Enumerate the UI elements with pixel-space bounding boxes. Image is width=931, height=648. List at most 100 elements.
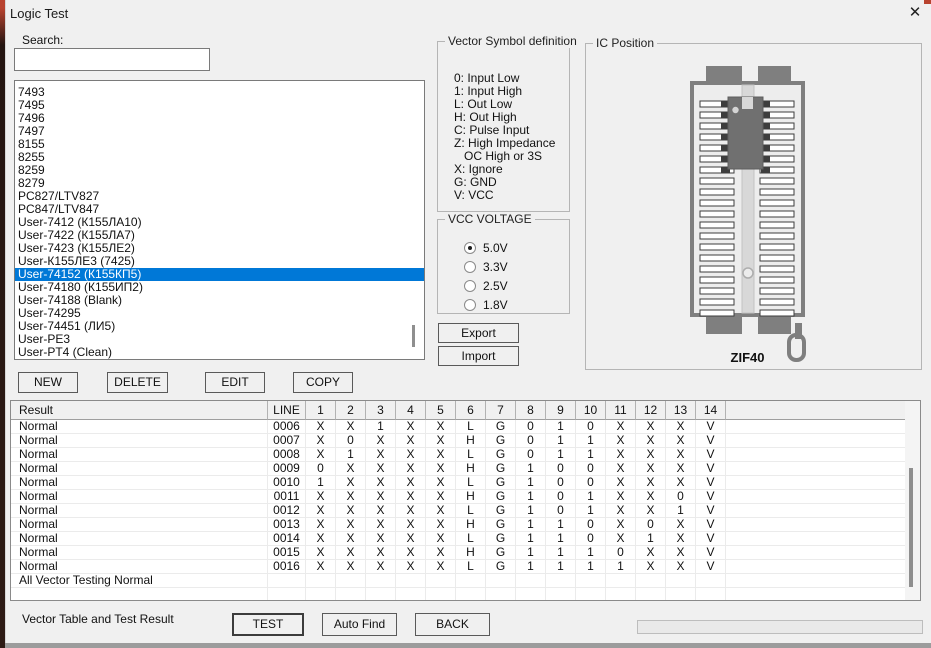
pin-cell: X — [636, 420, 666, 434]
pin-cell: V — [696, 448, 726, 462]
list-item[interactable]: 7493 — [15, 86, 424, 99]
pin-cell: G — [486, 476, 516, 490]
pin-cell: X — [366, 504, 396, 518]
pin-cell: 1 — [516, 518, 546, 532]
vcc-option-3.3v[interactable]: 3.3V — [464, 260, 508, 274]
radio-icon[interactable] — [464, 261, 476, 273]
chip-list[interactable]: 7493 7495 7496 7497 8155 8255 8259 8279 PC827/LT… — [14, 80, 425, 360]
pin-cell: 1 — [516, 504, 546, 518]
pin-cell: 1 — [546, 434, 576, 448]
edit-button[interactable]: EDIT — [205, 372, 265, 393]
column-header-pin[interactable]: 6 — [456, 401, 486, 420]
back-button[interactable]: BACK — [415, 613, 490, 636]
list-item[interactable]: 7497 — [15, 125, 424, 138]
table-row[interactable]: Normal 0014 X X X X X L G 1 1 0 X 1 X V — [11, 532, 920, 546]
pin-cell: X — [306, 434, 336, 448]
line-cell: 0010 — [268, 476, 306, 490]
column-header-pin[interactable]: 7 — [486, 401, 516, 420]
pin-cell: X — [366, 448, 396, 462]
pin-cell: 1 — [606, 560, 636, 574]
column-header-pin[interactable]: 1 — [306, 401, 336, 420]
pin-cell: G — [486, 448, 516, 462]
table-row[interactable]: Normal 0011 X X X X X H G 1 0 1 X X 0 V — [11, 490, 920, 504]
table-row[interactable]: Normal 0012 X X X X X L G 1 0 1 X X 1 V — [11, 504, 920, 518]
vcc-option-2.5v[interactable]: 2.5V — [464, 279, 508, 293]
column-header-pin[interactable]: 4 — [396, 401, 426, 420]
column-header-pin[interactable]: 8 — [516, 401, 546, 420]
list-item[interactable]: 8259 — [15, 164, 424, 177]
empty-cell — [726, 588, 920, 600]
pin-cell: X — [336, 560, 366, 574]
radio-icon[interactable] — [464, 280, 476, 292]
pin-cell: X — [396, 518, 426, 532]
pin-cell: X — [396, 532, 426, 546]
pin-cell: V — [696, 476, 726, 490]
list-item[interactable]: 8155 — [15, 138, 424, 151]
column-header-pin[interactable]: 10 — [576, 401, 606, 420]
vector-symbol-legend: 0: Input Low 1: Input High L: Out Low H: Ou… — [454, 72, 555, 202]
new-button[interactable]: NEW — [18, 372, 78, 393]
pin-cell: 0 — [576, 462, 606, 476]
pin-cell: 0 — [516, 420, 546, 434]
import-button[interactable]: Import — [438, 346, 519, 366]
list-item[interactable]: 8255 — [15, 151, 424, 164]
table-row[interactable]: Normal 0006 X X 1 X X L G 0 1 0 X X X V — [11, 420, 920, 434]
copy-button[interactable]: COPY — [293, 372, 353, 393]
pin-cell — [576, 574, 606, 588]
pin-cell: X — [336, 546, 366, 560]
pin-cell: L — [456, 448, 486, 462]
column-header-pin[interactable]: 13 — [666, 401, 696, 420]
pin-cell: 1 — [546, 532, 576, 546]
vector-table[interactable]: Result LINE 1 2 3 4 5 6 7 8 9 10 11 12 13 14 Normal 0006 X… — [10, 400, 921, 601]
column-header-pin[interactable]: 9 — [546, 401, 576, 420]
vector-symbol-panel-title: Vector Symbol definition — [445, 34, 580, 48]
radio-icon[interactable] — [464, 242, 476, 254]
column-header-pin[interactable]: 14 — [696, 401, 726, 420]
line-cell: 0014 — [268, 532, 306, 546]
vcc-option-5.0v[interactable]: 5.0V — [464, 241, 508, 255]
list-item[interactable]: 7495 — [15, 99, 424, 112]
column-header-pin[interactable]: 3 — [366, 401, 396, 420]
pin-cell: X — [336, 462, 366, 476]
table-row[interactable]: Normal 0010 1 X X X X L G 1 0 0 X X X V — [11, 476, 920, 490]
pin-cell: X — [396, 420, 426, 434]
pin-cell: L — [456, 504, 486, 518]
pin-cell: X — [426, 532, 456, 546]
list-item[interactable]: 7496 — [15, 112, 424, 125]
pin-cell: X — [606, 476, 636, 490]
delete-button[interactable]: DELETE — [107, 372, 168, 393]
filler-cell — [726, 546, 920, 560]
chip-list-scrollbar-thumb[interactable] — [412, 325, 415, 347]
column-header-pin[interactable]: 12 — [636, 401, 666, 420]
close-button[interactable]: ✕ — [903, 2, 927, 24]
table-row[interactable]: Normal 0016 X X X X X L G 1 1 1 1 X X V — [11, 560, 920, 574]
column-header-result[interactable]: Result — [11, 401, 268, 420]
auto-find-button[interactable]: Auto Find — [322, 613, 397, 636]
column-header-pin[interactable]: 5 — [426, 401, 456, 420]
vcc-option-1.8v[interactable]: 1.8V — [464, 298, 508, 312]
empty-cell — [426, 588, 456, 600]
table-row[interactable]: Normal 0013 X X X X X H G 1 1 0 X 0 X V — [11, 518, 920, 532]
test-button[interactable]: TEST — [232, 613, 304, 636]
vector-table-scrollbar-thumb[interactable] — [909, 468, 913, 587]
radio-icon[interactable] — [464, 299, 476, 311]
pin-cell: 1 — [546, 448, 576, 462]
list-item[interactable]: User-74451 (ЛИ5) — [15, 320, 424, 333]
pin-cell: X — [336, 476, 366, 490]
column-header-pin[interactable]: 2 — [336, 401, 366, 420]
search-input[interactable] — [14, 48, 210, 71]
pin-cell — [456, 574, 486, 588]
vector-symbol-panel: Vector Symbol definition 0: Input Low 1: … — [437, 34, 580, 212]
pin-cell — [306, 574, 336, 588]
column-header-line[interactable]: LINE — [268, 401, 306, 420]
list-item[interactable]: User-PT4 (Clean) — [15, 346, 424, 359]
result-cell: Normal — [11, 490, 268, 504]
table-row[interactable]: Normal 0015 X X X X X H G 1 1 1 0 X X V — [11, 546, 920, 560]
table-row[interactable]: Normal 0007 X 0 X X X H G 0 1 1 X X X V — [11, 434, 920, 448]
table-row[interactable]: Normal 0009 0 X X X X H G 1 0 0 X X X V — [11, 462, 920, 476]
pin-cell: X — [426, 434, 456, 448]
export-button[interactable]: Export — [438, 323, 519, 343]
column-header-pin[interactable]: 11 — [606, 401, 636, 420]
table-row[interactable]: Normal 0008 X 1 X X X L G 0 1 1 X X X V — [11, 448, 920, 462]
result-cell: Normal — [11, 560, 268, 574]
